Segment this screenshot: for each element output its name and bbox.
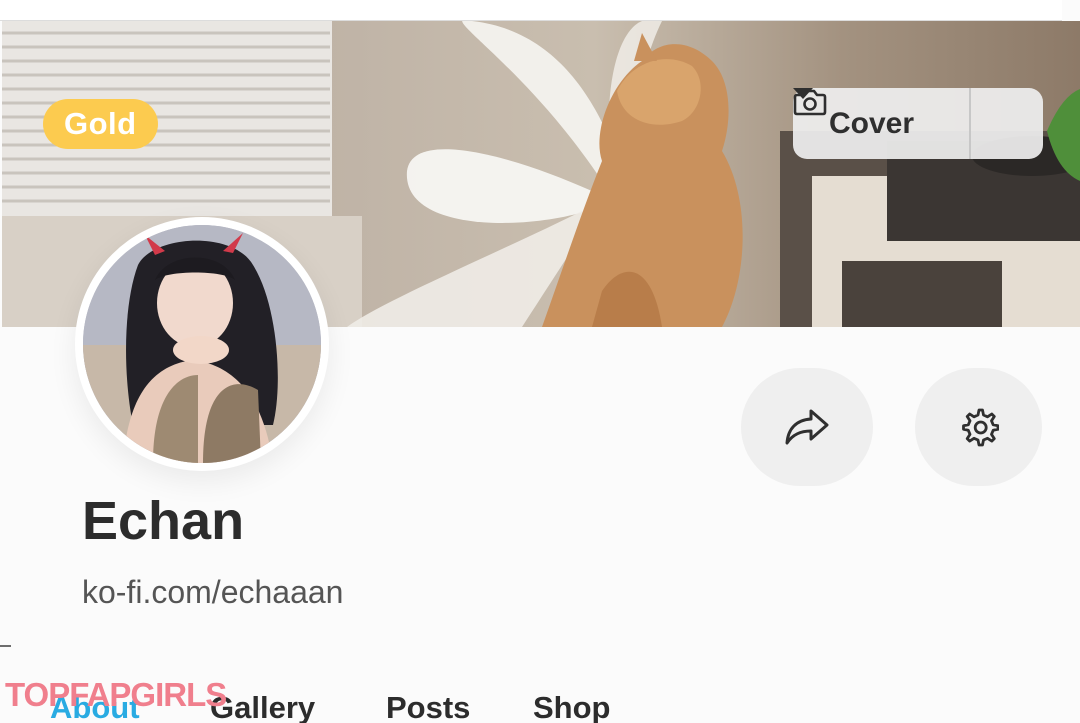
settings-button[interactable] [915,368,1042,486]
edge-marker [0,645,11,647]
caret-down-icon [793,88,813,99]
share-icon [785,409,829,445]
edit-cover-button[interactable]: Cover [793,88,969,159]
avatar-photo [83,225,321,463]
cover-dropdown-button[interactable] [793,88,1043,159]
avatar-image [83,225,321,463]
top-border [0,0,1062,21]
profile-name: Echan [82,491,245,551]
profile-url[interactable]: ko-fi.com/echaaan [82,574,343,611]
tab-shop[interactable]: Shop [533,690,611,723]
watermark-overlay: TOPFAPGIRLS [5,676,227,713]
gear-icon [961,408,999,447]
cover-button-label: Cover [829,106,915,140]
avatar[interactable] [75,217,329,471]
share-button[interactable] [741,368,873,486]
gold-tier-badge: Gold [43,99,158,149]
tab-posts[interactable]: Posts [386,690,470,723]
cover-button-group: Cover [793,88,1043,159]
